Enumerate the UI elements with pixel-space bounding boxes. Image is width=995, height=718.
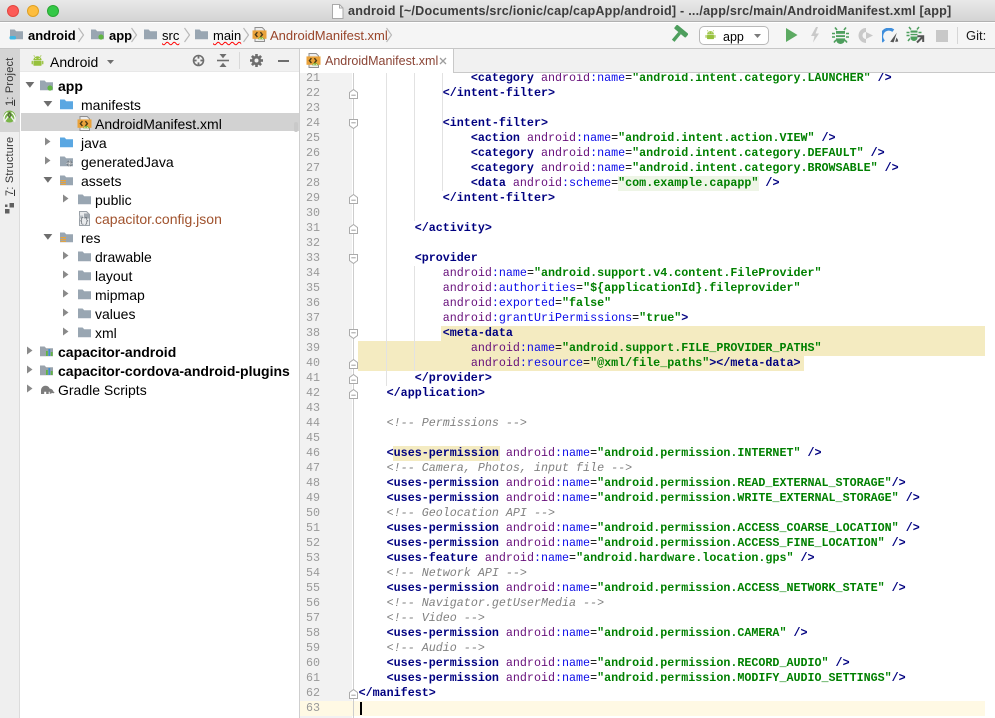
svg-text:{}: {}: [79, 217, 89, 226]
